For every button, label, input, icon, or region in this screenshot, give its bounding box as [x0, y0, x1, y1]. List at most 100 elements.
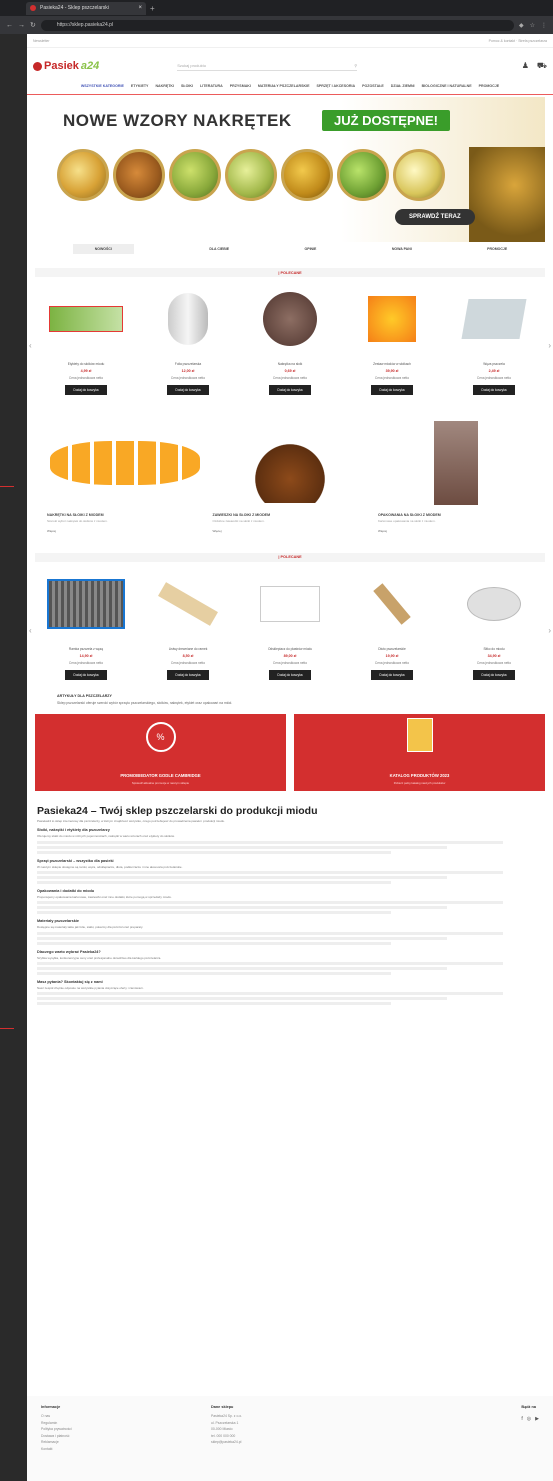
- category-title[interactable]: OPAKOWANIA NA SŁOIKI Z MIODEM: [378, 513, 533, 517]
- hero-banner[interactable]: NOWE WZORY NAKRĘTEK JUŻ DOSTĘPNE! SPRAWD…: [35, 97, 545, 242]
- product-card[interactable]: Sitko do miodu 34,90 zł Cena jednostkowa n…: [448, 574, 540, 681]
- bookmark-icon[interactable]: ☆: [530, 22, 535, 29]
- footer-link[interactable]: Kontakt: [41, 1446, 211, 1452]
- catalog-icon: [406, 717, 433, 752]
- product-tab[interactable]: PROMOCJE: [487, 247, 507, 251]
- browser-tab[interactable]: Pasieka24 - Sklep pszczelarski ×: [26, 1, 146, 15]
- product-card[interactable]: Nakrętka na słoik 0,69 zł Cena jednostkowa…: [244, 289, 336, 396]
- product-image[interactable]: [454, 574, 534, 634]
- category-title[interactable]: ZAWIESZKI NA SŁOIKI Z MIODEM: [213, 513, 368, 517]
- search-input[interactable]: Szukaj produktu ⚲: [177, 62, 358, 71]
- cart-icon[interactable]: ⛟: [537, 61, 547, 71]
- nav-item[interactable]: LITERATURA: [200, 84, 223, 88]
- category-image[interactable]: [47, 417, 202, 509]
- product-card[interactable]: Folia pszczelarska 12,00 zł Cena jednostko…: [142, 289, 234, 396]
- category-image[interactable]: [378, 417, 533, 509]
- nav-item[interactable]: PROMOCJE: [479, 84, 500, 88]
- product-image[interactable]: [352, 289, 432, 349]
- product-title[interactable]: Zestaw miodów w słoikach: [373, 362, 411, 366]
- extension-icon[interactable]: ◆: [519, 22, 524, 29]
- banner-lids: [57, 149, 445, 201]
- add-to-cart-button[interactable]: Dodaj do koszyka: [269, 670, 311, 681]
- product-image[interactable]: [46, 289, 126, 349]
- nav-item[interactable]: WSZYSTKIE KATEGORIE: [81, 84, 124, 88]
- menu-icon[interactable]: ⋮: [541, 22, 547, 29]
- nav-item[interactable]: BIOLOGICZNE I NATURALNE: [422, 84, 472, 88]
- site-logo[interactable]: Pasiek a24: [33, 60, 99, 72]
- carousel-prev-icon[interactable]: ‹: [29, 626, 32, 635]
- nav-item[interactable]: POZOSTAŁE: [362, 84, 384, 88]
- promo-banner-catalog[interactable]: KATALOG PRODUKTÓW 2023 Pobierz pełny kat…: [294, 713, 545, 791]
- product-card[interactable]: Ramka pszczela z węzą 14,90 zł Cena jednos…: [40, 574, 132, 681]
- product-card[interactable]: Zestaw miodów w słoikach 39,90 zł Cena jed…: [346, 289, 438, 396]
- new-tab-button[interactable]: +: [150, 4, 155, 13]
- category-more-link[interactable]: Więcej: [213, 529, 368, 533]
- product-image[interactable]: [454, 289, 534, 349]
- account-icon[interactable]: ♟: [522, 61, 529, 71]
- instagram-icon[interactable]: ◎: [527, 1415, 531, 1425]
- add-to-cart-button[interactable]: Dodaj do koszyka: [65, 670, 107, 681]
- nav-item[interactable]: DZIAŁ ZIEMNI: [391, 84, 415, 88]
- nav-item[interactable]: SŁOIKI: [181, 84, 193, 88]
- address-bar[interactable]: https://sklep.pasieka24.pl: [40, 19, 514, 31]
- nav-item[interactable]: ETYKIETY: [131, 84, 149, 88]
- category-tile[interactable]: OPAKOWANIA NA SŁOIKI Z MIODEM Kartonowe o…: [378, 417, 533, 533]
- product-title[interactable]: Sitko do miodu: [483, 647, 504, 651]
- category-image[interactable]: [213, 417, 368, 509]
- add-to-cart-button[interactable]: Dodaj do koszyka: [473, 670, 515, 681]
- nav-item[interactable]: SPRZĘT I AKCESORIA: [316, 84, 355, 88]
- product-image[interactable]: [250, 289, 330, 349]
- product-card[interactable]: Węza pszczela 2,49 zł Cena jednostkowa net…: [448, 289, 540, 396]
- carousel-prev-icon[interactable]: ‹: [29, 341, 32, 350]
- back-icon[interactable]: ←: [6, 22, 13, 29]
- category-title[interactable]: NAKRĘTKI NA SŁOIKI Z MIODEM: [47, 513, 202, 517]
- nav-item[interactable]: NAKRĘTKI: [155, 84, 174, 88]
- add-to-cart-button[interactable]: Dodaj do koszyka: [269, 385, 311, 396]
- category-more-link[interactable]: Więcej: [378, 529, 533, 533]
- add-to-cart-button[interactable]: Dodaj do koszyka: [167, 385, 209, 396]
- nav-item[interactable]: MATERIAŁY PSZCZELARSKIE: [258, 84, 310, 88]
- product-tab[interactable]: DLA CIEBIE: [209, 247, 229, 251]
- product-title[interactable]: Dłuto pszczelarskie: [378, 647, 405, 651]
- add-to-cart-button[interactable]: Dodaj do koszyka: [371, 385, 413, 396]
- product-card[interactable]: Odsklepiacz do plastrów miodu 89,00 zł Cen…: [244, 574, 336, 681]
- product-tab[interactable]: OPINIE: [305, 247, 317, 251]
- product-image[interactable]: [148, 289, 228, 349]
- category-tile[interactable]: NAKRĘTKI NA SŁOIKI Z MIODEM Szeroki wybór…: [47, 417, 202, 533]
- product-image[interactable]: [352, 574, 432, 634]
- nav-item[interactable]: PRZYSMAKI: [230, 84, 251, 88]
- product-image[interactable]: [148, 574, 228, 634]
- newsletter-link[interactable]: Newsletter: [33, 39, 50, 43]
- close-tab-icon[interactable]: ×: [138, 5, 142, 11]
- product-tab[interactable]: NOWOŚCI: [72, 244, 134, 254]
- help-links[interactable]: Pomoc & kontakt · Strefa pszczelarza: [489, 39, 547, 43]
- youtube-icon[interactable]: ▶: [535, 1415, 539, 1425]
- category-more-link[interactable]: Więcej: [47, 529, 202, 533]
- product-title[interactable]: Węza pszczela: [483, 362, 504, 366]
- search-icon[interactable]: ⚲: [354, 63, 357, 68]
- product-image[interactable]: [46, 574, 126, 634]
- banner-cta-button[interactable]: SPRAWDŹ TERAZ: [395, 209, 475, 225]
- add-to-cart-button[interactable]: Dodaj do koszyka: [371, 670, 413, 681]
- add-to-cart-button[interactable]: Dodaj do koszyka: [473, 385, 515, 396]
- reload-icon[interactable]: ↻: [30, 21, 36, 29]
- product-card[interactable]: Dłuto pszczelarskie 19,90 zł Cena jednostk…: [346, 574, 438, 681]
- product-title[interactable]: Ramka pszczela z węzą: [69, 647, 103, 651]
- product-title[interactable]: Folia pszczelarska: [175, 362, 201, 366]
- add-to-cart-button[interactable]: Dodaj do koszyka: [167, 670, 209, 681]
- facebook-icon[interactable]: f: [521, 1415, 522, 1425]
- product-title[interactable]: Etykiety do słoików miodu: [68, 362, 105, 366]
- add-to-cart-button[interactable]: Dodaj do koszyka: [65, 385, 107, 396]
- forward-icon[interactable]: →: [18, 22, 25, 29]
- promo-banner-discounts[interactable]: % PROMOBIEDATOR GODLE CAMBRIDGE Sprawdź …: [35, 713, 286, 791]
- carousel-next-icon[interactable]: ›: [548, 626, 551, 635]
- product-title[interactable]: Odsklepiacz do plastrów miodu: [268, 647, 312, 651]
- product-image[interactable]: [250, 574, 330, 634]
- product-card[interactable]: Listwy drewniane do ramek 8,50 zł Cena jed…: [142, 574, 234, 681]
- product-tab[interactable]: NOWA PANI: [392, 247, 412, 251]
- category-tile[interactable]: ZAWIESZKI NA SŁOIKI Z MIODEM Ozdobne zawi…: [213, 417, 368, 533]
- product-title[interactable]: Nakrętka na słoik: [278, 362, 302, 366]
- carousel-next-icon[interactable]: ›: [548, 341, 551, 350]
- product-title[interactable]: Listwy drewniane do ramek: [169, 647, 208, 651]
- product-card[interactable]: Etykiety do słoików miodu 4,99 zł Cena jed…: [40, 289, 132, 396]
